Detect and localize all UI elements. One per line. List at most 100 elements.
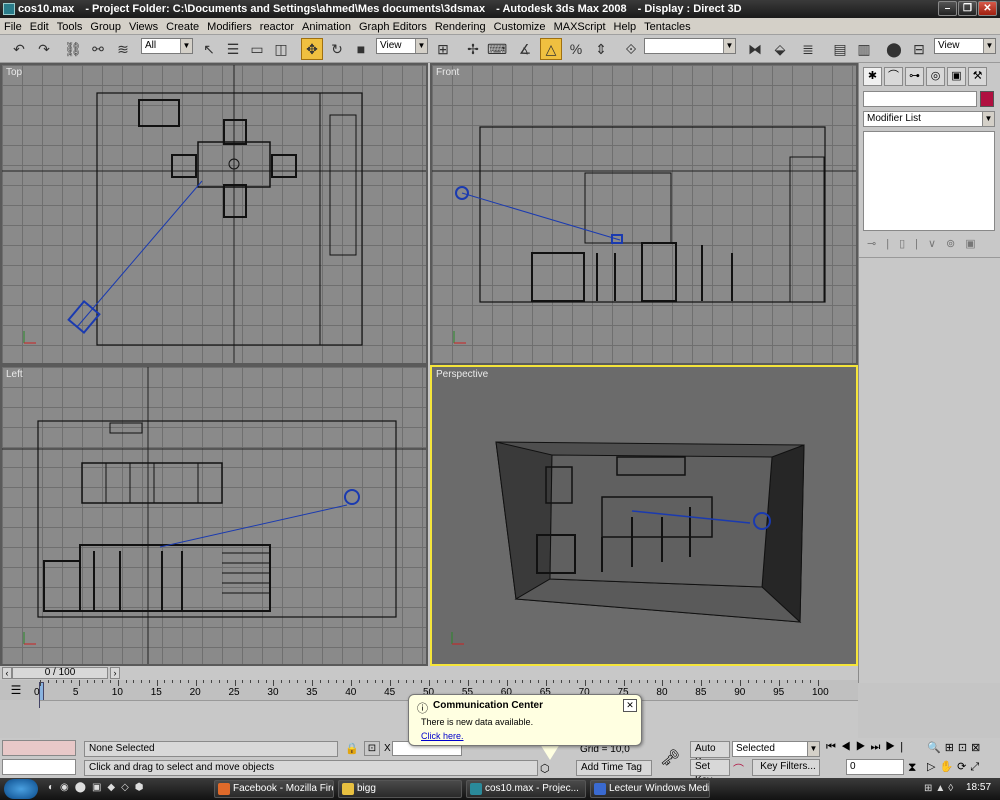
restore-button[interactable]: ❐ (958, 1, 977, 16)
current-frame-field[interactable]: 0 (846, 759, 904, 775)
absolute-mode-icon[interactable]: ⊡ (364, 741, 380, 756)
key-mode-dropdown[interactable]: Selected ▼ (732, 741, 820, 757)
rect-selection-icon[interactable]: ▭ (246, 38, 268, 60)
pivot-center-icon[interactable]: ⊞ (432, 38, 454, 60)
lock-icon[interactable]: 🔒 (345, 742, 359, 755)
percent-snap-icon[interactable]: % (565, 38, 587, 60)
select-move-icon[interactable]: ✥ (301, 38, 323, 60)
viewport-nav-controls[interactable]: 🔍⊞⊡⊠ (927, 741, 984, 754)
menu-help[interactable]: Help (610, 18, 641, 34)
task-firefox[interactable]: Facebook - Mozilla Fire... (214, 780, 334, 798)
material-editor-icon[interactable]: ⬤ (883, 38, 905, 60)
close-icon[interactable]: ✕ (623, 699, 637, 712)
stack-tools-icons[interactable]: ⊸|▯|∨⊚▣ (867, 237, 986, 250)
edit-named-sel-icon[interactable]: ⟐ (620, 38, 642, 60)
motion-tab-icon[interactable]: ◎ (926, 67, 945, 86)
mini-curve-editor-icon[interactable]: ☰ (8, 683, 24, 697)
selection-filter-dropdown[interactable]: All ▼ (141, 38, 193, 54)
task-3dsmax[interactable]: cos10.max - Projec... (466, 780, 586, 798)
task-folder[interactable]: bigg (338, 780, 462, 798)
menu-customize[interactable]: Customize (490, 18, 550, 34)
menu-file[interactable]: File (0, 18, 26, 34)
select-by-name-icon[interactable]: ☰ (222, 38, 244, 60)
frame-tick (732, 680, 734, 683)
maxscript-listener-mini[interactable] (2, 740, 76, 756)
default-tangent-icon[interactable]: ⌒ (733, 761, 744, 777)
select-scale-icon[interactable]: ■ (350, 38, 372, 60)
set-key-button[interactable]: Set Key (690, 759, 730, 786)
mirror-icon[interactable]: ⧓ (744, 38, 766, 60)
time-prev-icon[interactable]: ‹ (2, 667, 12, 679)
menu-create[interactable]: Create (162, 18, 203, 34)
angle-snap-icon[interactable]: △ (540, 38, 562, 60)
communication-center-popup[interactable]: ⓘ Communication Center ✕ There is new da… (408, 694, 642, 746)
snaps-toggle-icon[interactable]: ∡ (514, 38, 536, 60)
time-next-icon[interactable]: › (110, 667, 120, 679)
quick-launch-icons[interactable]: ◐◉⬤▣◆◇⬢ (48, 782, 150, 793)
auto-key-button[interactable]: Auto Key (690, 741, 730, 768)
object-color-swatch[interactable] (980, 91, 994, 107)
modifier-list-dropdown[interactable]: Modifier List ▼ (863, 111, 995, 127)
frame-tick (670, 680, 672, 683)
menu-tools[interactable]: Tools (53, 18, 87, 34)
render-setup-icon[interactable]: ⊟ (908, 38, 930, 60)
menu-animation[interactable]: Animation (298, 18, 355, 34)
select-rotate-icon[interactable]: ↻ (326, 38, 348, 60)
maxscript-input-mini[interactable] (2, 759, 76, 775)
minimize-button[interactable]: – (938, 1, 957, 16)
time-slider[interactable]: ‹ 0 / 100 › (0, 666, 858, 680)
curve-editor-icon[interactable]: ▤ (829, 38, 851, 60)
render-view-dropdown[interactable]: View ▼ (934, 38, 996, 54)
menu-tentacles[interactable]: Tentacles (640, 18, 694, 34)
create-tab-icon[interactable]: ✱ (863, 67, 882, 86)
object-name-field[interactable] (863, 91, 977, 107)
frame-tick-label: 30 (267, 687, 279, 698)
reference-coord-dropdown[interactable]: View ▼ (376, 38, 428, 54)
notification-link[interactable]: Click here. (421, 731, 464, 741)
task-media-player[interactable]: Lecteur Windows Media (590, 780, 710, 798)
schematic-view-icon[interactable]: ▥ (853, 38, 875, 60)
menu-graph-editors[interactable]: Graph Editors (355, 18, 431, 34)
time-slider-thumb[interactable]: 0 / 100 (12, 667, 108, 679)
bind-space-warp-icon[interactable]: ≋ (112, 38, 134, 60)
spinner-snap-icon[interactable]: ⇕ (590, 38, 612, 60)
menu-views[interactable]: Views (125, 18, 162, 34)
viewport-front[interactable]: Front (430, 63, 858, 365)
named-selection-dropdown[interactable]: ▼ (644, 38, 736, 54)
tray-icons[interactable]: ⊞▲◊ (924, 783, 956, 794)
display-tab-icon[interactable]: ▣ (947, 67, 966, 86)
menu-rendering[interactable]: Rendering (431, 18, 490, 34)
hierarchy-tab-icon[interactable]: ⊶ (905, 67, 924, 86)
viewport-perspective[interactable]: Perspective (430, 365, 858, 666)
layer-manager-icon[interactable]: ≣ (797, 38, 819, 60)
select-object-icon[interactable]: ↖ (198, 38, 220, 60)
close-button[interactable]: ✕ (978, 1, 997, 16)
menu-reactor[interactable]: reactor (256, 18, 298, 34)
menu-group[interactable]: Group (86, 18, 125, 34)
utilities-tab-icon[interactable]: ⚒ (968, 67, 987, 86)
start-button[interactable] (4, 779, 38, 799)
viewport-safe-frame-icon[interactable]: ⬡ (540, 762, 550, 775)
align-icon[interactable]: ⬙ (769, 38, 791, 60)
add-time-tag-button[interactable]: Add Time Tag (576, 760, 652, 776)
menu-modifiers[interactable]: Modifiers (203, 18, 256, 34)
viewport-top[interactable]: Top (0, 63, 428, 365)
menu-edit[interactable]: Edit (26, 18, 53, 34)
viewport-left[interactable]: Left (0, 365, 428, 666)
key-filters-button[interactable]: Key Filters... (752, 759, 820, 776)
redo-icon[interactable]: ↷ (33, 38, 55, 60)
select-manipulate-icon[interactable]: ✢ (462, 38, 484, 60)
playback-controls[interactable]: ⏮◀▶⏭▶| (826, 741, 908, 754)
menu-maxscript[interactable]: MAXScript (550, 18, 610, 34)
frame-tick (117, 680, 119, 686)
select-link-icon[interactable]: ⛓ (62, 38, 84, 60)
window-crossing-icon[interactable]: ◫ (270, 38, 292, 60)
unlink-icon[interactable]: ⚯ (87, 38, 109, 60)
modify-tab-icon[interactable]: ⌒ (884, 67, 903, 86)
keyboard-shortcut-icon[interactable]: ⌨ (486, 38, 508, 60)
time-config-icon[interactable]: ⧗ (908, 760, 916, 775)
viewport-nav-controls-2[interactable]: ▷✋⟳⤢ (927, 760, 983, 774)
undo-icon[interactable]: ↶ (8, 38, 30, 60)
frame-tick (180, 680, 182, 683)
modifier-stack-list[interactable] (863, 131, 995, 231)
